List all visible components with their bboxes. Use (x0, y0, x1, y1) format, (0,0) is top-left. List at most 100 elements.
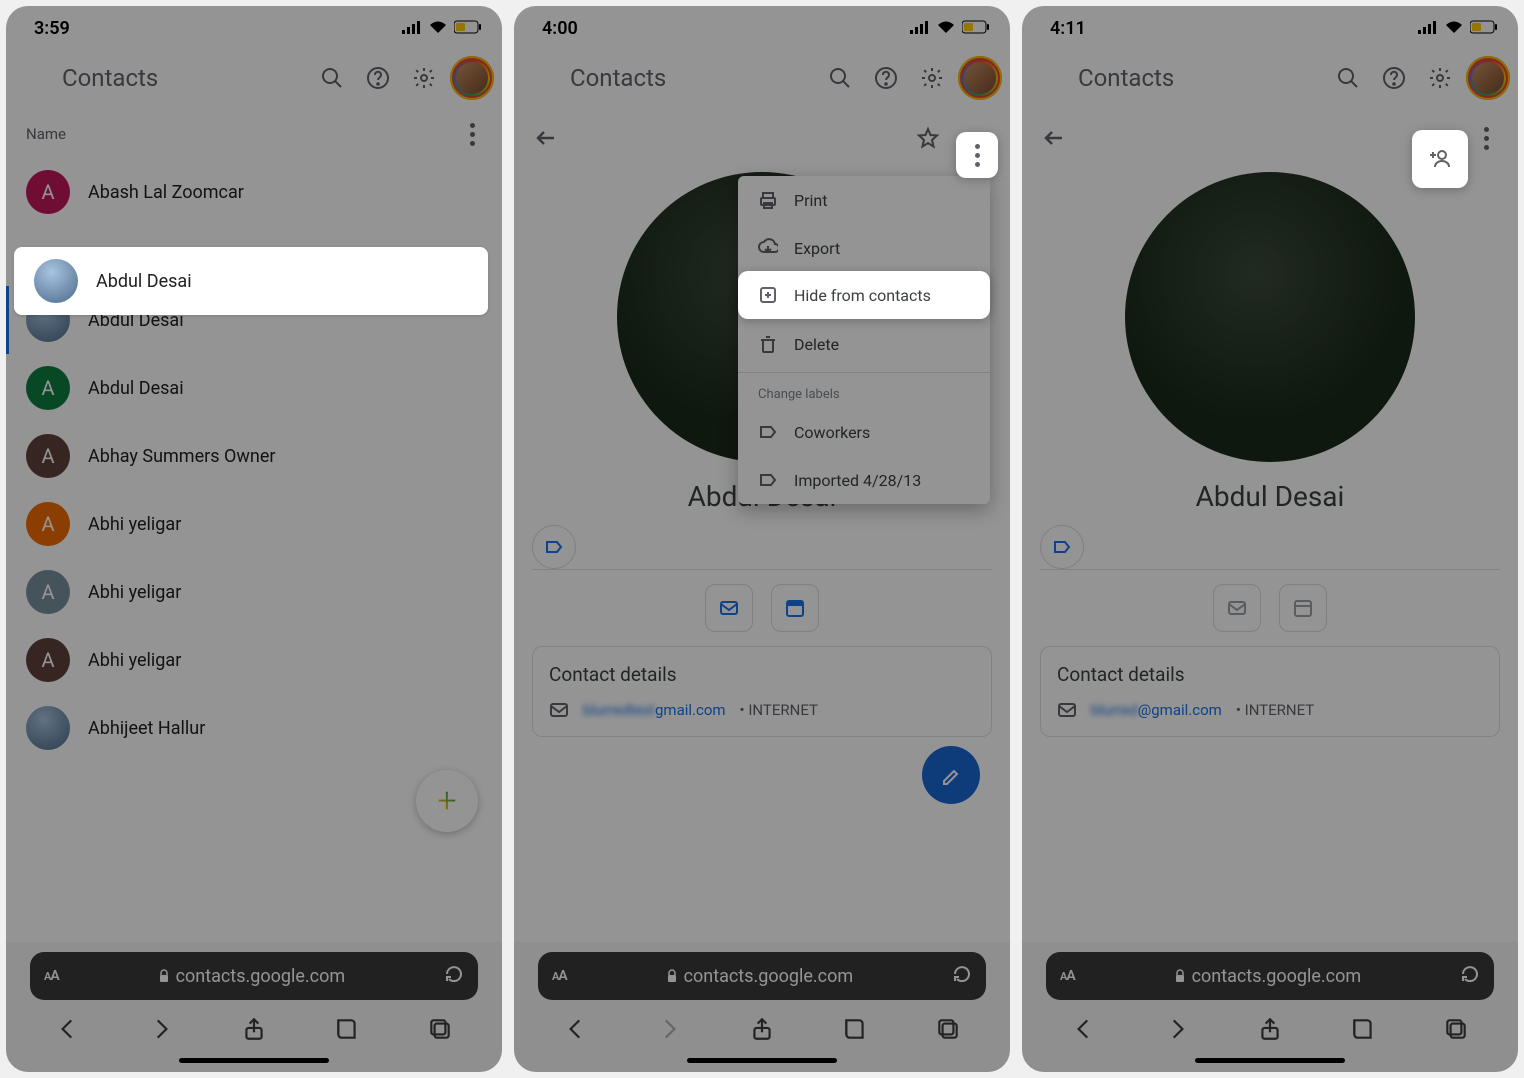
search-icon[interactable] (1330, 60, 1366, 96)
bookmarks-icon[interactable] (842, 1016, 868, 1046)
profile-avatar[interactable] (960, 58, 1000, 98)
help-icon[interactable] (1376, 60, 1412, 96)
url-bar[interactable]: AA contacts.google.com (30, 952, 478, 1000)
contact-row[interactable]: A Abhi yeligar (6, 490, 502, 558)
back-arrow-icon[interactable] (528, 120, 564, 156)
text-size-icon[interactable]: AA (44, 968, 59, 984)
more-icon[interactable] (454, 116, 490, 152)
contact-row[interactable]: A Abhi yeligar (6, 558, 502, 626)
share-icon[interactable] (241, 1016, 267, 1046)
share-icon[interactable] (1257, 1016, 1283, 1046)
back-icon[interactable] (563, 1016, 589, 1046)
details-title: Contact details (549, 663, 975, 686)
help-icon[interactable] (868, 60, 904, 96)
wifi-icon (936, 18, 956, 39)
app-title: Contacts (1078, 64, 1320, 92)
menu-icon[interactable] (16, 60, 52, 96)
contact-photo (1125, 172, 1415, 462)
reload-icon[interactable] (444, 964, 464, 988)
wifi-icon (428, 18, 448, 39)
menu-item-delete[interactable]: Delete (738, 320, 990, 368)
text-size-icon[interactable]: AA (1060, 968, 1075, 984)
back-icon[interactable] (55, 1016, 81, 1046)
contact-name: Abdul Desai (1022, 480, 1518, 513)
label-icon[interactable] (1040, 525, 1084, 569)
calendar-action-icon[interactable] (771, 584, 819, 632)
status-bar: 4:00 (514, 6, 1010, 46)
url-bar[interactable]: AA contacts.google.com (538, 952, 986, 1000)
status-bar: 4:11 (1022, 6, 1518, 46)
tabs-icon[interactable] (1443, 1016, 1469, 1046)
forward-icon[interactable] (1164, 1016, 1190, 1046)
contact-row[interactable]: A Abash Lal Zoomcar (6, 158, 502, 226)
contact-overflow-menu[interactable]: Print Export Delete Change labels Cowork… (738, 176, 990, 504)
email-row[interactable]: blurredtextgmail.com • INTERNET (549, 700, 975, 720)
gear-icon[interactable] (914, 60, 950, 96)
screen-1-contacts-list: 3:59 Contacts Name A Abash Lal Zoomcar A… (6, 6, 502, 1072)
url-bar[interactable]: AA contacts.google.com (1046, 952, 1494, 1000)
contact-row[interactable]: A Abdul Desai (6, 354, 502, 422)
safari-chrome: AA contacts.google.com (514, 942, 1010, 1072)
share-icon[interactable] (749, 1016, 775, 1046)
text-size-icon[interactable]: AA (552, 968, 567, 984)
contact-actions (1040, 569, 1500, 646)
signal-icon (402, 18, 422, 39)
gear-icon[interactable] (406, 60, 442, 96)
contact-row[interactable]: A Abhay Summers Owner (6, 422, 502, 490)
back-arrow-icon[interactable] (1036, 120, 1072, 156)
add-to-contacts-icon-highlight[interactable] (1412, 130, 1468, 188)
signal-icon (1418, 18, 1438, 39)
tabs-icon[interactable] (427, 1016, 453, 1046)
search-icon[interactable] (314, 60, 350, 96)
signal-icon (910, 18, 930, 39)
email-row[interactable]: blurred@gmail.com • INTERNET (1057, 700, 1483, 720)
more-icon[interactable] (1468, 120, 1504, 156)
contact-row[interactable]: A Abhi yeligar (6, 626, 502, 694)
help-icon[interactable] (360, 60, 396, 96)
home-indicator (1195, 1058, 1345, 1063)
bookmarks-icon[interactable] (1350, 1016, 1376, 1046)
menu-item-print[interactable]: Print (738, 176, 990, 224)
menu-icon[interactable] (1032, 60, 1068, 96)
menu-item-coworkers[interactable]: Coworkers (738, 408, 990, 456)
app-title: Contacts (570, 64, 812, 92)
star-icon[interactable] (910, 120, 946, 156)
app-header: Contacts (514, 46, 1010, 110)
url-text: contacts.google.com (1087, 966, 1448, 987)
safari-toolbar (514, 1008, 1010, 1054)
reload-icon[interactable] (952, 964, 972, 988)
safari-toolbar (6, 1008, 502, 1054)
details-title: Contact details (1057, 663, 1483, 686)
menu-icon[interactable] (524, 60, 560, 96)
safari-toolbar (1022, 1008, 1518, 1054)
safari-chrome: AA contacts.google.com (6, 942, 502, 1072)
contact-detail-nav (514, 110, 1010, 166)
forward-icon[interactable] (148, 1016, 174, 1046)
search-icon[interactable] (822, 60, 858, 96)
contact-row[interactable]: Abhijeet Hallur (6, 694, 502, 762)
home-indicator (687, 1058, 837, 1063)
list-subheader: Name (6, 110, 502, 158)
calendar-action-icon (1279, 584, 1327, 632)
reload-icon[interactable] (1460, 964, 1480, 988)
menu-item-imported[interactable]: Imported 4/28/13 (738, 456, 990, 504)
edit-fab[interactable] (922, 746, 980, 804)
clock: 3:59 (34, 18, 70, 39)
back-icon[interactable] (1071, 1016, 1097, 1046)
app-header: Contacts (6, 46, 502, 110)
contact-row-highlight[interactable]: Abdul Desai (14, 247, 488, 315)
profile-avatar[interactable] (1468, 58, 1508, 98)
tabs-icon[interactable] (935, 1016, 961, 1046)
more-icon-highlight[interactable] (956, 132, 998, 178)
menu-item-export[interactable]: Export (738, 224, 990, 272)
profile-avatar[interactable] (452, 58, 492, 98)
email-action-icon[interactable] (705, 584, 753, 632)
menu-section-label: Change labels (738, 377, 990, 408)
add-contact-fab[interactable]: + (416, 770, 478, 832)
label-icon[interactable] (532, 525, 576, 569)
gear-icon[interactable] (1422, 60, 1458, 96)
url-text: contacts.google.com (71, 966, 432, 987)
menu-item-hide-highlight[interactable]: Hide from contacts (738, 271, 990, 319)
battery-icon (454, 18, 482, 39)
bookmarks-icon[interactable] (334, 1016, 360, 1046)
